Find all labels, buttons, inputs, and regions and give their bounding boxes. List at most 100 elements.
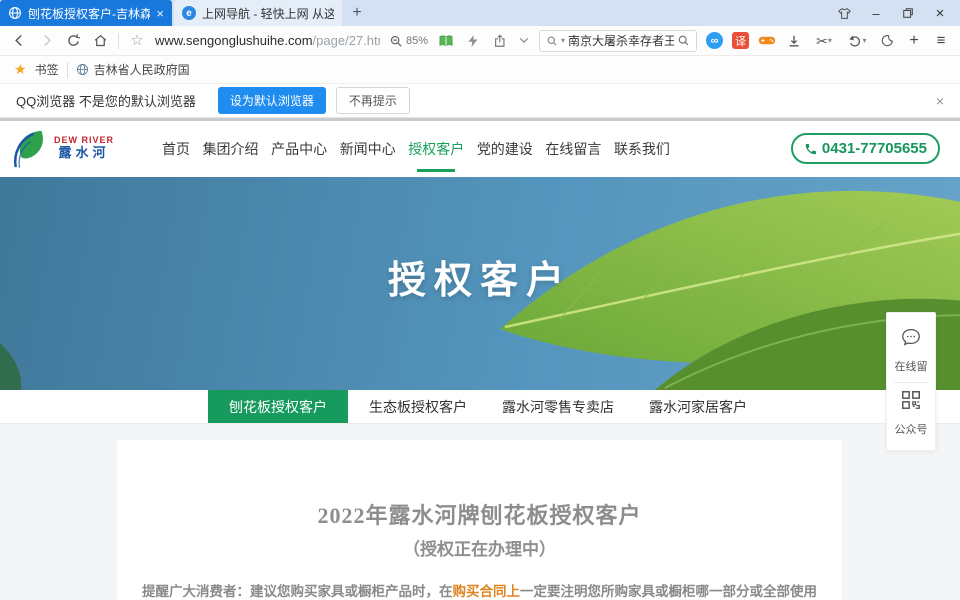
notice-text: 提醒广大消费者：建议您购买家具或橱柜产品时，在 [142, 584, 453, 599]
nav-item-news[interactable]: 新闻中心 [340, 121, 396, 177]
home-icon[interactable] [91, 32, 109, 50]
url-path: /page/27.html [313, 33, 380, 48]
notification-message: QQ浏览器 不是您的默认浏览器 [16, 91, 196, 110]
site-header: DEW RIVER 露水河 首页 集团介绍 产品中心 新闻中心 授权客户 党的建… [0, 121, 960, 177]
nav-item-contact[interactable]: 联系我们 [614, 121, 670, 177]
phone-icon [804, 142, 818, 156]
globe-icon [76, 63, 89, 76]
translate-icon[interactable]: 译 [732, 32, 749, 49]
tab-navigation-page[interactable]: e 上网导航 - 轻快上网 从这里开始 [174, 0, 342, 26]
add-icon[interactable]: + [905, 32, 923, 50]
nav-active-underline [417, 169, 455, 172]
leaf-logo-icon [10, 126, 52, 170]
tab-particle-board-customers[interactable]: 刨花板授权客户 [208, 390, 348, 423]
e-icon: e [182, 6, 196, 20]
site-logo[interactable]: DEW RIVER 露水河 [10, 126, 114, 170]
section-tabs: 刨花板授权客户 生态板授权客户 露水河零售专卖店 露水河家居客户 [208, 390, 768, 423]
minimize-button[interactable]: – [864, 3, 888, 23]
address-bar[interactable]: www.sengonglushuihe.com/page/27.html [155, 33, 380, 48]
content-heading: 2022年露水河牌刨花板授权客户 [117, 498, 842, 530]
bookmarks-divider [67, 62, 68, 78]
close-icon[interactable]: × [156, 7, 164, 20]
theme-icon[interactable] [832, 3, 856, 23]
nav-item-message-board[interactable]: 在线留言 [545, 121, 601, 177]
reader-mode-icon[interactable] [437, 32, 455, 50]
nav-item-party-building[interactable]: 党的建设 [477, 121, 533, 177]
undo-icon[interactable]: ▾ [845, 32, 869, 50]
browser-toolbar: ☆ www.sengonglushuihe.com/page/27.html 8… [0, 26, 960, 56]
screenshot-scissors-icon[interactable]: ✂▾ [812, 32, 836, 50]
forward-icon[interactable] [37, 32, 55, 50]
toolbar-divider [118, 33, 119, 49]
online-message-label: 在线留 [887, 358, 935, 374]
bookmark-label: 吉林省人民政府国 [94, 61, 190, 78]
set-default-button[interactable]: 设为默认浏览器 [218, 87, 326, 114]
download-icon[interactable] [785, 32, 803, 50]
bookmark-star-icon[interactable]: ☆ [128, 32, 146, 50]
bookmark-item[interactable]: 吉林省人民政府国 [76, 61, 190, 78]
tab-title: 刨花板授权客户-吉林森工远东林业 [28, 5, 150, 22]
nav-item-about[interactable]: 集团介绍 [203, 121, 259, 177]
globe-icon [8, 6, 22, 20]
chat-icon [900, 326, 922, 348]
qq-account-icon[interactable]: ∞ [706, 32, 723, 49]
nav-item-authorized-customers[interactable]: 授权客户 [408, 121, 464, 177]
web-page: DEW RIVER 露水河 首页 集团介绍 产品中心 新闻中心 授权客户 党的建… [0, 118, 960, 600]
games-icon[interactable] [758, 32, 776, 50]
browser-window: 刨花板授权客户-吉林森工远东林业 × e 上网导航 - 轻快上网 从这里开始 +… [0, 0, 960, 600]
search-engine-icon [546, 35, 558, 47]
restore-button[interactable] [896, 3, 920, 23]
qr-icon [900, 389, 922, 411]
online-message-button[interactable]: 在线留 [887, 321, 935, 381]
tab-eco-board-customers[interactable]: 生态板授权客户 [348, 390, 488, 423]
phone-button[interactable]: 0431-77705655 [791, 133, 940, 164]
chevron-down-icon[interactable] [518, 32, 530, 50]
tab-current-page[interactable]: 刨花板授权客户-吉林森工远东林业 × [0, 0, 172, 26]
zoom-level: 85% [406, 35, 428, 47]
bookmarks-bar: ★ 书签 吉林省人民政府国 [0, 56, 960, 84]
site-nav: 首页 集团介绍 产品中心 新闻中心 授权客户 党的建设 在线留言 联系我们 [162, 121, 670, 177]
tab-retail-stores[interactable]: 露水河零售专卖店 [488, 390, 628, 423]
window-controls: – × [832, 0, 960, 26]
search-engine-caret-icon[interactable]: ▾ [561, 37, 565, 45]
content-card: 2022年露水河牌刨花板授权客户 （授权正在办理中） 提醒广大消费者：建议您购买… [117, 440, 842, 600]
flash-icon[interactable] [464, 32, 482, 50]
notice-highlight: 购买合同上 [453, 584, 521, 599]
page-body: 2022年露水河牌刨花板授权客户 （授权正在办理中） 提醒广大消费者：建议您购买… [0, 424, 960, 600]
search-box[interactable]: ▾ 南京大屠杀幸存者王恒逝世 [539, 30, 697, 52]
bookmarks-star-icon[interactable]: ★ [14, 61, 27, 78]
zoom-out-icon [389, 34, 403, 48]
hero-title: 授权客户 [0, 249, 960, 304]
notification-close-icon[interactable]: × [936, 93, 944, 109]
official-account-label: 公众号 [887, 421, 935, 437]
menu-icon[interactable]: ≡ [932, 32, 950, 50]
bookmarks-label[interactable]: 书签 [35, 61, 59, 78]
logo-cn: 露水河 [59, 146, 110, 160]
content-subheading: （授权正在办理中） [117, 535, 842, 560]
hero-banner: 授权客户 [0, 177, 960, 390]
default-browser-notification: QQ浏览器 不是您的默认浏览器 设为默认浏览器 不再提示 × [0, 84, 960, 118]
refresh-icon[interactable] [64, 32, 82, 50]
close-window-button[interactable]: × [928, 3, 952, 23]
search-input[interactable]: 南京大屠杀幸存者王恒逝世 [568, 32, 674, 49]
night-mode-icon[interactable] [878, 32, 896, 50]
back-icon[interactable] [10, 32, 28, 50]
tab-home-customers[interactable]: 露水河家居客户 [628, 390, 768, 423]
official-account-button[interactable]: 公众号 [887, 384, 935, 444]
nav-item-products[interactable]: 产品中心 [271, 121, 327, 177]
widget-divider [894, 382, 928, 383]
search-submit-icon[interactable] [677, 34, 690, 47]
browser-tab-bar: 刨花板授权客户-吉林森工远东林业 × e 上网导航 - 轻快上网 从这里开始 +… [0, 0, 960, 26]
url-host: www.sengonglushuihe.com [155, 33, 313, 48]
section-tab-bar: 刨花板授权客户 生态板授权客户 露水河零售专卖店 露水河家居客户 [0, 390, 960, 424]
dismiss-button[interactable]: 不再提示 [336, 87, 410, 114]
new-tab-button[interactable]: + [342, 0, 372, 26]
logo-text: DEW RIVER 露水河 [54, 136, 114, 160]
tab-title: 上网导航 - 轻快上网 从这里开始 [202, 5, 334, 22]
nav-item-home[interactable]: 首页 [162, 121, 190, 177]
consumer-notice: 提醒广大消费者：建议您购买家具或橱柜产品时，在购买合同上一定要注明您所购家具或橱… [117, 582, 842, 600]
zoom-control[interactable]: 85% [389, 34, 428, 48]
share-icon[interactable] [491, 32, 509, 50]
phone-number: 0431-77705655 [822, 140, 927, 157]
floating-side-widget: 在线留 公众号 [886, 312, 936, 451]
